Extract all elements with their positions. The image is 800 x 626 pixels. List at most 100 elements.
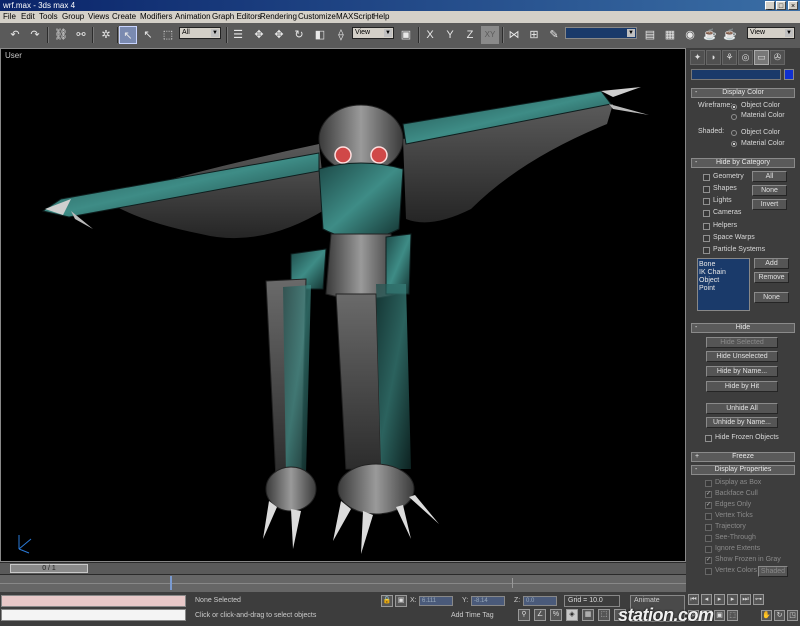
display-prop-checkbox[interactable] [705,535,712,542]
vertex-colors-shaded-button[interactable]: Shaded [758,566,788,577]
rotate-icon[interactable]: ↻ [290,26,308,44]
snap-toggle-icon[interactable]: ⚲ [518,609,530,621]
named-selection-sets-dropdown[interactable]: ▼ [565,27,637,39]
menu-graph-editors[interactable]: Graph Editors [212,11,261,23]
z-coordinate-field[interactable]: 0.0 [523,596,557,606]
category-checkbox[interactable] [703,198,710,205]
reference-coord-dropdown[interactable]: View ▼ [352,27,394,39]
select-and-move-icon[interactable]: ✥ [250,26,268,44]
create-tab-icon[interactable]: ✦ [690,50,705,65]
zoom-region-icon[interactable]: ⬚ [727,610,738,621]
display-prop-checkbox[interactable] [705,513,712,520]
unlink-icon[interactable]: ⚯ [72,26,90,44]
pivot-center-icon[interactable]: ▣ [397,26,415,44]
region-select-icon[interactable]: ⬚ [159,26,177,44]
category-add-button[interactable]: Add [754,258,789,269]
align-icon[interactable]: ⊞ [525,26,543,44]
previous-frame-icon[interactable]: ◂ [701,594,712,605]
redo-icon[interactable]: ↷ [26,26,44,44]
hide-by-name-button[interactable]: Hide by Name... [706,366,778,377]
key-mode-icon[interactable]: ⊶ [753,594,764,605]
display-prop-checkbox[interactable] [705,480,712,487]
track-view-icon[interactable]: ▤ [641,26,659,44]
list-item[interactable]: Point [699,285,748,293]
display-tab-icon[interactable]: ▭ [754,50,769,65]
hide-by-hit-button[interactable]: Hide by Hit [706,381,778,392]
schematic-view-icon[interactable]: ▦ [661,26,679,44]
category-checkbox[interactable] [703,235,710,242]
lock-icon[interactable]: 🔒 [381,595,393,607]
arc-rotate-icon[interactable]: ↻ [774,610,785,621]
category-invert-button[interactable]: Invert [752,199,787,210]
select-object-icon[interactable]: ↖ [119,26,137,44]
menu-tools[interactable]: Tools [39,11,58,23]
percent-snap-icon[interactable]: % [550,609,562,621]
viewport-user[interactable]: User [0,48,686,562]
scale-icon[interactable]: ◧ [311,26,329,44]
category-checkbox[interactable] [703,186,710,193]
unhide-all-button[interactable]: Unhide All [706,403,778,414]
bind-space-warp-icon[interactable]: ✲ [97,26,115,44]
select-by-name-icon[interactable]: ↖ [139,26,157,44]
y-coordinate-field[interactable]: -8.14 [471,596,505,606]
undo-icon[interactable]: ↶ [6,26,24,44]
next-frame-icon[interactable]: ▸ [727,594,738,605]
shaded-object-color-radio[interactable] [731,130,737,136]
pan-icon[interactable]: ✋ [761,610,772,621]
wireframe-material-color-radio[interactable] [731,114,737,120]
modify-tab-icon[interactable]: ◗ [706,50,721,65]
category-checkbox[interactable] [703,247,710,254]
unhide-by-name-button[interactable]: Unhide by Name... [706,417,778,428]
menu-help[interactable]: Help [373,11,389,23]
quick-render-icon[interactable]: ☕ [721,26,739,44]
restrict-x-button[interactable]: X [421,26,439,44]
hide-frozen-checkbox[interactable] [705,435,712,442]
maxscript-input[interactable] [1,609,186,621]
material-editor-icon[interactable]: ◉ [681,26,699,44]
track-bar[interactable] [0,575,686,592]
time-slider[interactable]: 0 / 1 [10,564,88,573]
category-checkbox[interactable] [703,174,710,181]
category-checkbox[interactable] [703,210,710,217]
menu-animation[interactable]: Animation [175,11,211,23]
menu-customize[interactable]: Customize [298,11,336,23]
motion-tab-icon[interactable]: ◎ [738,50,753,65]
wireframe-object-color-radio[interactable] [731,104,737,110]
render-scene-icon[interactable]: ☕ [701,26,719,44]
select-and-rotate-icon[interactable]: ✥ [270,26,288,44]
category-list[interactable]: Bone IK Chain Object Point [697,258,750,311]
go-to-start-icon[interactable]: ⏮ [688,594,699,605]
rollout-freeze[interactable]: + Freeze [691,452,795,462]
close-button[interactable]: × [788,1,798,10]
menu-edit[interactable]: Edit [21,11,35,23]
zoom-extents-icon[interactable]: ▣ [714,610,725,621]
render-type-dropdown[interactable]: View ▼ [747,27,795,39]
menu-create[interactable]: Create [112,11,136,23]
menu-group[interactable]: Group [62,11,84,23]
rollout-hide[interactable]: - Hide [691,323,795,333]
absolute-mode-icon[interactable]: ▣ [395,595,407,607]
rollout-display-color[interactable]: - Display Color [691,88,795,98]
shaded-material-color-radio[interactable] [731,141,737,147]
display-prop-checkbox[interactable] [705,568,712,575]
list-item[interactable]: Bone [699,261,748,269]
go-to-end-icon[interactable]: ⏭ [740,594,751,605]
play-icon[interactable]: ▸ [714,594,725,605]
rollout-display-properties[interactable]: - Display Properties [691,465,795,475]
display-prop-checkbox[interactable]: ✓ [705,557,712,564]
utilities-tab-icon[interactable]: ✇ [770,50,785,65]
category-all-button[interactable]: All [752,171,787,182]
category-remove-button[interactable]: Remove [754,272,789,283]
hierarchy-tab-icon[interactable]: ⚘ [722,50,737,65]
maximize-button[interactable]: □ [776,1,786,10]
list-item[interactable]: IK Chain Object [699,269,748,285]
display-prop-checkbox[interactable]: ✓ [705,502,712,509]
add-time-tag-button[interactable]: Add Time Tag [451,610,494,621]
category-list-none-button[interactable]: None [754,292,789,303]
display-prop-checkbox[interactable] [705,524,712,531]
restrict-xy-button[interactable]: XY [481,26,499,44]
window-crossing-icon[interactable]: ⬚ [598,609,610,621]
hide-selected-button[interactable]: Hide Selected [706,337,778,348]
restrict-z-button[interactable]: Z [461,26,479,44]
menu-maxscript[interactable]: MAXScript [336,11,374,23]
